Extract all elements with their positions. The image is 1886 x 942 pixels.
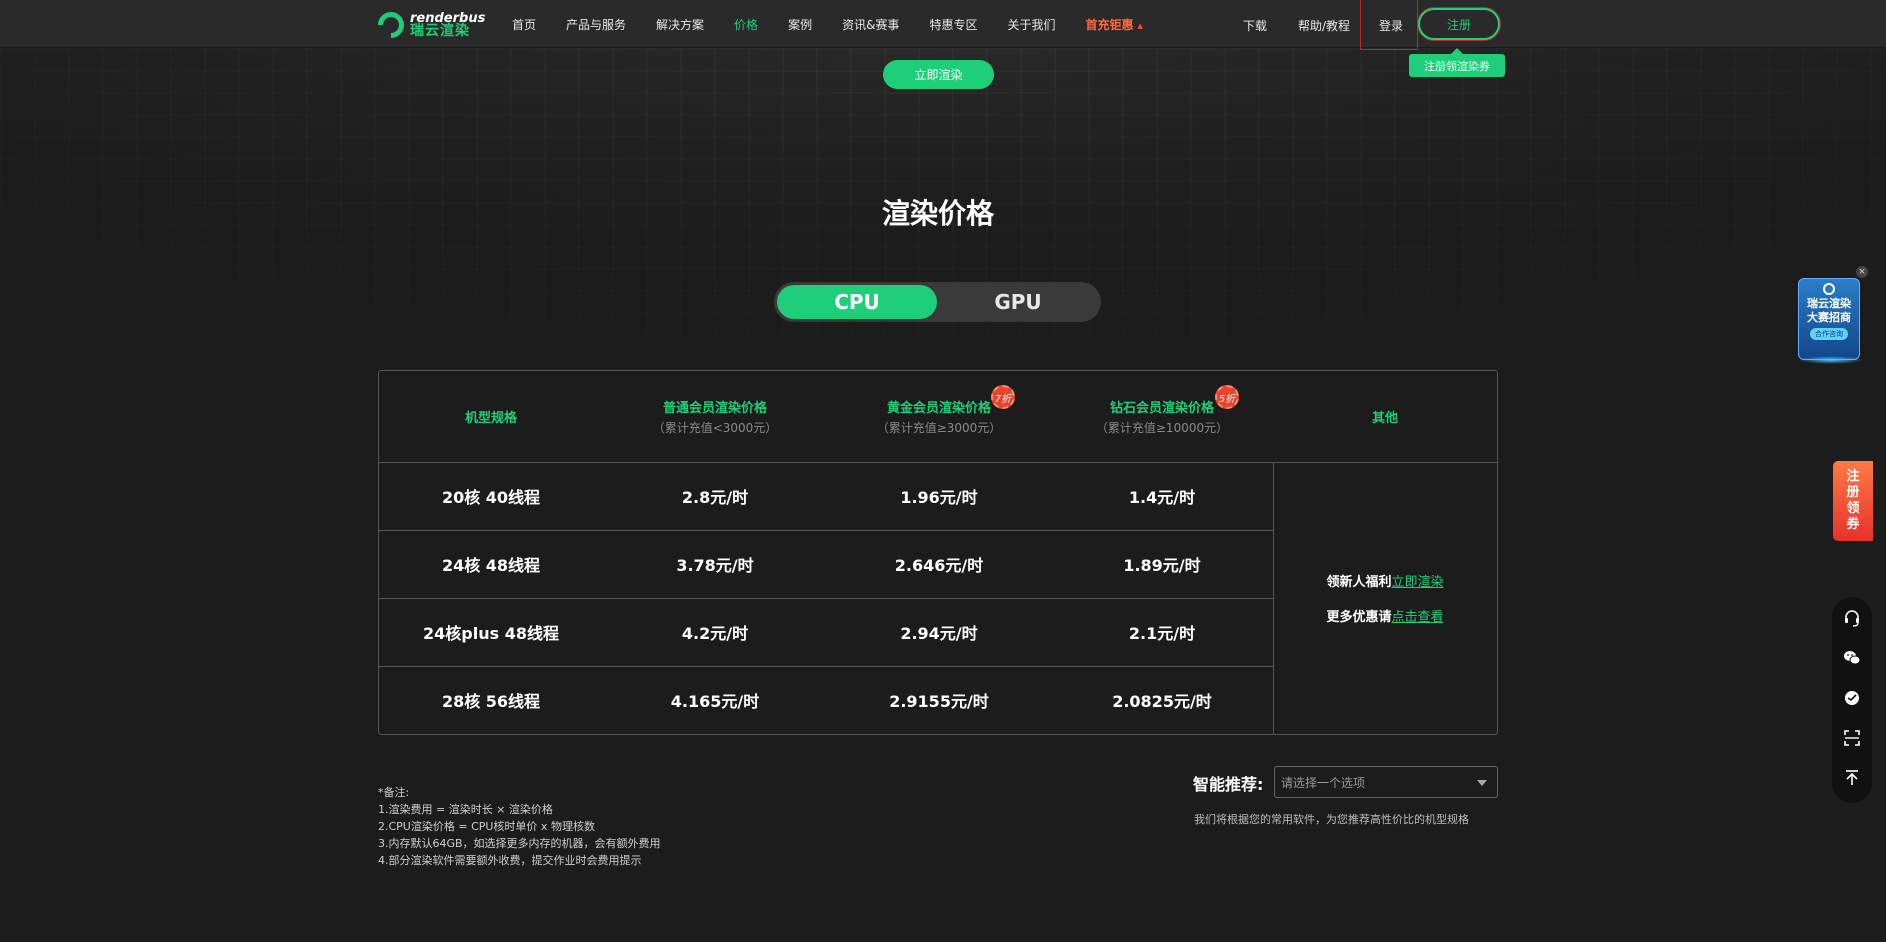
render-now-button[interactable]: 立即渲染	[883, 60, 994, 89]
logo[interactable]: renderbus 瑞云渲染	[372, 6, 485, 44]
header-spec: 机型规格	[379, 371, 603, 462]
table-row: 24核plus 48线程 4.2元/时 2.94元/时 2.1元/时	[379, 598, 1273, 666]
cell-gold-price: 1.96元/时	[900, 488, 978, 507]
promo-line1: 瑞云渲染	[1807, 297, 1851, 310]
register-button[interactable]: 注册	[1418, 8, 1500, 40]
cell-spec: 24核plus 48线程	[423, 624, 559, 643]
chevron-down-icon	[1477, 780, 1487, 786]
tab-gpu[interactable]: GPU	[938, 285, 1098, 319]
reg-coupon-char: 册	[1846, 485, 1860, 500]
software-select[interactable]: 请选择一个选项	[1274, 766, 1498, 798]
cell-gold-price: 2.9155元/时	[889, 692, 989, 711]
header-other: 其他	[1273, 371, 1497, 462]
headset-icon[interactable]	[1839, 605, 1865, 631]
cell-spec: 20核 40线程	[441, 488, 541, 507]
cell-spec: 24核 48线程	[441, 556, 541, 575]
fire-icon: ▴	[1133, 18, 1143, 32]
top-header: renderbus 瑞云渲染 首页 产品与服务 解决方案 价格 案例 资讯&赛事…	[0, 0, 1886, 50]
promo-body: 瑞云渲染 大赛招商 合作咨询	[1798, 278, 1860, 360]
cell-spec: 28核 56线程	[441, 692, 541, 711]
floating-toolbar	[1832, 597, 1872, 803]
contest-promo-card[interactable]: 瑞云渲染 大赛招商 合作咨询 ×	[1798, 266, 1870, 366]
logo-text-cn: 瑞云渲染	[410, 23, 470, 39]
promo-line2: 大赛招商	[1807, 311, 1851, 324]
more-offers: 更多优惠请点击查看	[1326, 606, 1443, 625]
nav-first-recharge[interactable]: 首充钜惠 ▴	[1085, 16, 1142, 33]
close-icon[interactable]: ×	[1856, 266, 1868, 278]
back-to-top-icon[interactable]	[1839, 765, 1865, 791]
select-placeholder: 请选择一个选项	[1281, 775, 1366, 790]
cell-normal-price: 4.165元/时	[670, 692, 760, 711]
promo-consult-button[interactable]: 合作咨询	[1810, 328, 1848, 340]
note-item: 1.渲染费用 = 渲染时长 × 渲染价格	[378, 803, 553, 816]
recommend-hint: 我们将根据您的常用软件，为您推荐高性价比的机型规格	[1194, 813, 1469, 826]
header-diamond-label: 钻石会员渲染价格	[1109, 401, 1214, 416]
nav-cases[interactable]: 案例	[788, 16, 812, 33]
header-diamond-sub: （累计充值≥10000元）	[1095, 421, 1229, 435]
price-table: 机型规格 普通会员渲染价格 （累计充值<3000元） 黄金会员渲染价格 （累计充…	[378, 370, 1498, 735]
note-item: 4.部分渲染软件需要额外收费，提交作业时会费用提示	[378, 854, 642, 867]
newcomer-benefit-text: 领新人福利	[1326, 575, 1392, 590]
view-offers-link[interactable]: 点击查看	[1392, 610, 1444, 625]
header-normal: 普通会员渲染价格 （累计充值<3000元）	[603, 371, 827, 462]
table-row: 20核 40线程 2.8元/时 1.96元/时 1.4元/时	[379, 462, 1273, 530]
recommend-label: 智能推荐:	[1193, 775, 1264, 794]
cell-diamond-price: 1.4元/时	[1128, 488, 1196, 507]
cell-normal-price: 3.78元/时	[676, 556, 754, 575]
table-row: 24核 48线程 3.78元/时 2.646元/时 1.89元/时	[379, 530, 1273, 598]
page-title: 渲染价格	[881, 197, 994, 230]
header-normal-label: 普通会员渲染价格	[662, 401, 767, 416]
header-other-label: 其他	[1371, 411, 1398, 426]
note-item: 2.CPU渲染价格 = CPU核时单价 x 物理核数	[378, 820, 595, 833]
cell-normal-price: 2.8元/时	[681, 488, 749, 507]
notes-title: *备注:	[378, 786, 410, 799]
newcomer-benefit: 领新人福利立即渲染	[1326, 571, 1443, 590]
header-normal-sub: （累计充值<3000元）	[652, 421, 778, 435]
nav-products[interactable]: 产品与服务	[566, 16, 626, 33]
nav-first-recharge-label: 首充钜惠	[1085, 17, 1134, 32]
render-now-link[interactable]: 立即渲染	[1392, 575, 1444, 590]
register-coupon-tip[interactable]: 注册领渲染券	[1409, 48, 1505, 77]
logo-icon	[372, 6, 410, 44]
promo-glow	[1798, 356, 1864, 364]
discount-badge-gold: 7折	[991, 385, 1015, 409]
pricing-notes: *备注: 1.渲染费用 = 渲染时长 × 渲染价格 2.CPU渲染价格 = CP…	[378, 784, 661, 869]
header-spec-label: 机型规格	[464, 411, 517, 426]
cell-diamond-price: 2.1元/时	[1128, 624, 1196, 643]
nav-about[interactable]: 关于我们	[1007, 16, 1055, 33]
header-gold-sub: （累计充值≥3000元）	[876, 421, 1002, 435]
promo-logo-icon	[1823, 283, 1835, 295]
cell-diamond-price: 1.89元/时	[1123, 556, 1201, 575]
cell-gold-price: 2.646元/时	[894, 556, 984, 575]
more-offers-text: 更多优惠请	[1326, 610, 1392, 625]
download-link[interactable]: 下载	[1243, 17, 1267, 34]
table-row: 28核 56线程 4.165元/时 2.9155元/时 2.0825元/时	[379, 666, 1273, 734]
reg-coupon-char: 注	[1846, 469, 1860, 484]
cell-diamond-price: 2.0825元/时	[1112, 692, 1212, 711]
scan-icon[interactable]	[1839, 725, 1865, 751]
wechat-icon[interactable]	[1839, 645, 1865, 671]
header-diamond: 钻石会员渲染价格 （累计充值≥10000元）	[1051, 371, 1273, 462]
register-coupon-tab[interactable]: 注 册 领 券	[1833, 461, 1873, 541]
nav-home[interactable]: 首页	[512, 16, 536, 33]
help-link[interactable]: 帮助/教程	[1298, 17, 1350, 34]
note-item: 3.内存默认64GB，如选择更多内存的机器，会有额外费用	[378, 837, 661, 850]
tab-cpu[interactable]: CPU	[777, 285, 937, 319]
login-link[interactable]: 登录	[1379, 17, 1403, 34]
nav-deals[interactable]: 特惠专区	[929, 16, 977, 33]
chat-icon[interactable]	[1839, 685, 1865, 711]
nav-pricing[interactable]: 价格	[734, 16, 758, 33]
other-benefits: 领新人福利立即渲染 更多优惠请点击查看	[1273, 462, 1497, 734]
reg-coupon-char: 领	[1846, 501, 1860, 516]
header-gold-label: 黄金会员渲染价格	[886, 401, 991, 416]
cpu-gpu-switch: CPU GPU	[774, 282, 1101, 322]
main-nav: 首页 产品与服务 解决方案 价格 案例 资讯&赛事 特惠专区 关于我们 首充钜惠…	[512, 0, 1173, 48]
cell-normal-price: 4.2元/时	[681, 624, 749, 643]
cell-gold-price: 2.94元/时	[900, 624, 978, 643]
reg-coupon-char: 券	[1846, 517, 1860, 532]
header-gold: 黄金会员渲染价格 （累计充值≥3000元）	[827, 371, 1051, 462]
nav-solutions[interactable]: 解决方案	[656, 16, 704, 33]
nav-news[interactable]: 资讯&赛事	[842, 16, 899, 33]
discount-badge-diamond: 5折	[1215, 385, 1239, 409]
